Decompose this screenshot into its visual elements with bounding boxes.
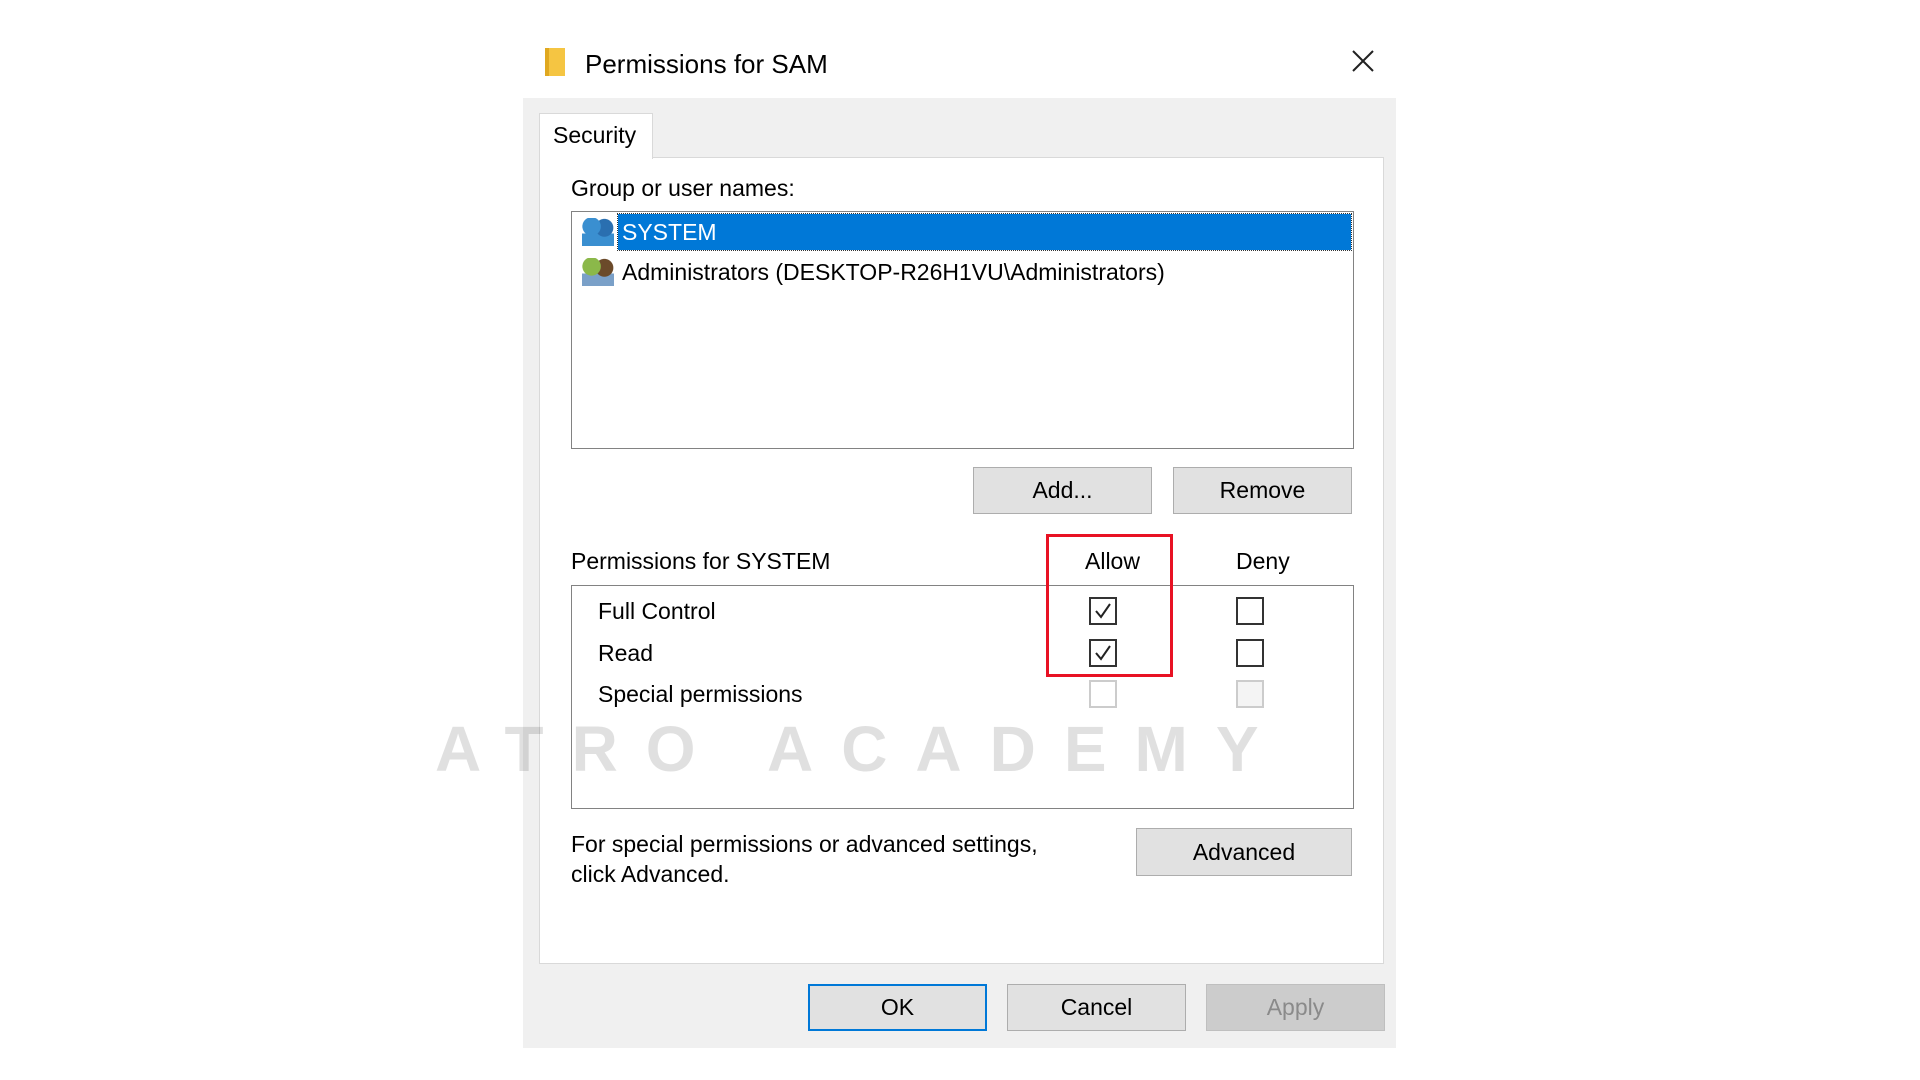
apply-button: Apply: [1206, 984, 1385, 1031]
permissions-label: Permissions for SYSTEM: [571, 548, 831, 574]
add-button[interactable]: Add...: [973, 467, 1152, 514]
group-label: Group or user names:: [571, 175, 795, 201]
allow-checkbox-special: [1089, 680, 1117, 708]
advanced-hint-line1: For special permissions or advanced sett…: [571, 831, 1038, 857]
user-name: Administrators (DESKTOP-R26H1VU\Administ…: [622, 258, 1165, 285]
deny-header: Deny: [1236, 548, 1290, 574]
window-title: Permissions for SAM: [585, 49, 828, 79]
permission-name: Read: [598, 640, 653, 666]
user-list[interactable]: SYSTEM Administrators (DESKTOP-R26H1VU\A…: [571, 211, 1354, 449]
advanced-hint: For special permissions or advanced sett…: [571, 829, 1038, 889]
close-icon[interactable]: [1348, 46, 1378, 76]
permission-name: Special permissions: [598, 681, 803, 707]
deny-checkbox-read[interactable]: [1236, 639, 1264, 667]
advanced-button[interactable]: Advanced: [1136, 828, 1352, 876]
ok-button[interactable]: OK: [808, 984, 987, 1031]
permission-name: Full Control: [598, 598, 716, 624]
allow-highlight-box: [1046, 534, 1173, 677]
tab-security[interactable]: Security: [539, 113, 653, 159]
deny-checkbox-special: [1236, 680, 1264, 708]
list-item-system[interactable]: SYSTEM: [582, 213, 1352, 251]
remove-button[interactable]: Remove: [1173, 467, 1352, 514]
cancel-button[interactable]: Cancel: [1007, 984, 1186, 1031]
deny-checkbox-full-control[interactable]: [1236, 597, 1264, 625]
window-icon-folder: [545, 48, 565, 76]
list-item-administrators[interactable]: Administrators (DESKTOP-R26H1VU\Administ…: [582, 254, 1165, 290]
advanced-hint-line2: click Advanced.: [571, 861, 730, 887]
admins-group-icon: [582, 258, 614, 286]
users-group-icon: [582, 218, 614, 246]
user-name: SYSTEM: [617, 213, 1352, 251]
